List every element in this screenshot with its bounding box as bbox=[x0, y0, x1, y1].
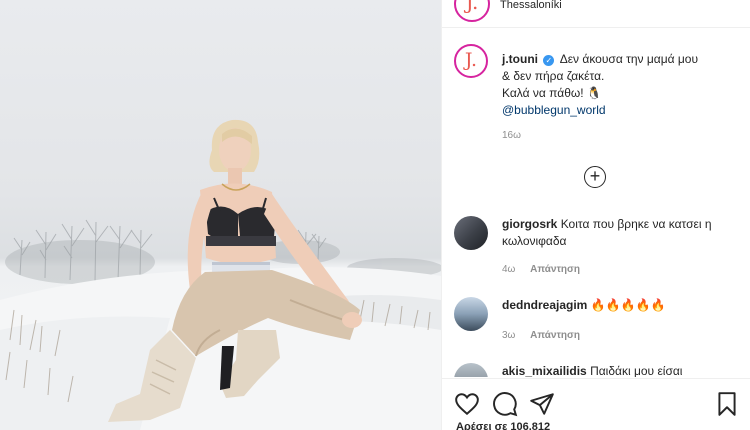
header-avatar[interactable]: J. bbox=[454, 0, 490, 22]
comment-username[interactable]: akis_mixailidis bbox=[502, 364, 587, 377]
likes-count[interactable]: Αρέσει σε 106.812 bbox=[456, 421, 550, 430]
post-photo[interactable] bbox=[0, 0, 441, 430]
instagram-post: J. Thessaloníki J. j.touni ✓ Δεν άκουσα … bbox=[0, 0, 750, 430]
caption-text: j.touni ✓ Δεν άκουσα την μαμά μου & δεν … bbox=[502, 51, 742, 119]
comment-username[interactable]: giorgosrk bbox=[502, 217, 557, 231]
post-header: J. Thessaloníki bbox=[442, 0, 750, 28]
commenter-avatar[interactable] bbox=[454, 297, 488, 331]
author-username[interactable]: j.touni bbox=[502, 52, 538, 66]
load-more-comments-button[interactable]: + bbox=[584, 166, 606, 188]
comment-text: giorgosrk Κοιτα που βρηκε να κατσει η κω… bbox=[502, 216, 734, 250]
caption-mention-link[interactable]: @bubblegun_world bbox=[502, 103, 606, 117]
reply-button[interactable]: Απάντηση bbox=[530, 330, 580, 341]
post-side-panel: J. Thessaloníki J. j.touni ✓ Δεν άκουσα … bbox=[441, 0, 750, 430]
comment-time[interactable]: 4ω bbox=[502, 264, 515, 275]
reply-button[interactable]: Απάντηση bbox=[530, 264, 580, 275]
comment-body: 🔥🔥🔥🔥🔥 bbox=[590, 298, 666, 312]
comment-icon[interactable] bbox=[492, 391, 518, 417]
author-avatar[interactable]: J. bbox=[454, 44, 488, 78]
post-location[interactable]: Thessaloníki bbox=[500, 0, 562, 11]
comment-text: akis_mixailidis Παιδάκι μου είσαι bbox=[502, 363, 734, 377]
author-avatar-letter: J. bbox=[464, 49, 478, 71]
caption-line-1: Δεν άκουσα την μαμά μου bbox=[559, 52, 699, 66]
comment-item: akis_mixailidis Παιδάκι μου είσαι bbox=[442, 363, 750, 377]
plus-circle-icon: + bbox=[589, 166, 601, 186]
verified-badge-icon: ✓ bbox=[543, 55, 555, 66]
comment-body: Παιδάκι μου είσαι bbox=[590, 364, 683, 377]
caption-line-2: & δεν πήρα ζακέτα. bbox=[502, 69, 605, 83]
caption-line-3: Καλά να πάθω! 🐧 bbox=[502, 86, 602, 100]
comment-time[interactable]: 3ω bbox=[502, 330, 515, 341]
comment-username[interactable]: dedndreajagim bbox=[502, 298, 587, 312]
caption-timestamp[interactable]: 16ω bbox=[502, 130, 521, 141]
bookmark-icon[interactable] bbox=[714, 391, 740, 417]
heart-icon[interactable] bbox=[454, 391, 480, 417]
paper-plane-icon[interactable] bbox=[529, 391, 555, 417]
comment-text: dedndreajagim 🔥🔥🔥🔥🔥 bbox=[502, 297, 734, 314]
snow-scene-illustration bbox=[0, 119, 441, 430]
comment-meta: 3ω Απάντηση bbox=[502, 330, 580, 341]
commenter-avatar[interactable] bbox=[454, 216, 488, 250]
post-action-bar: Αρέσει σε 106.812 bbox=[442, 378, 750, 430]
commenter-avatar[interactable] bbox=[454, 363, 488, 377]
comment-meta: 4ω Απάντηση bbox=[502, 264, 580, 275]
